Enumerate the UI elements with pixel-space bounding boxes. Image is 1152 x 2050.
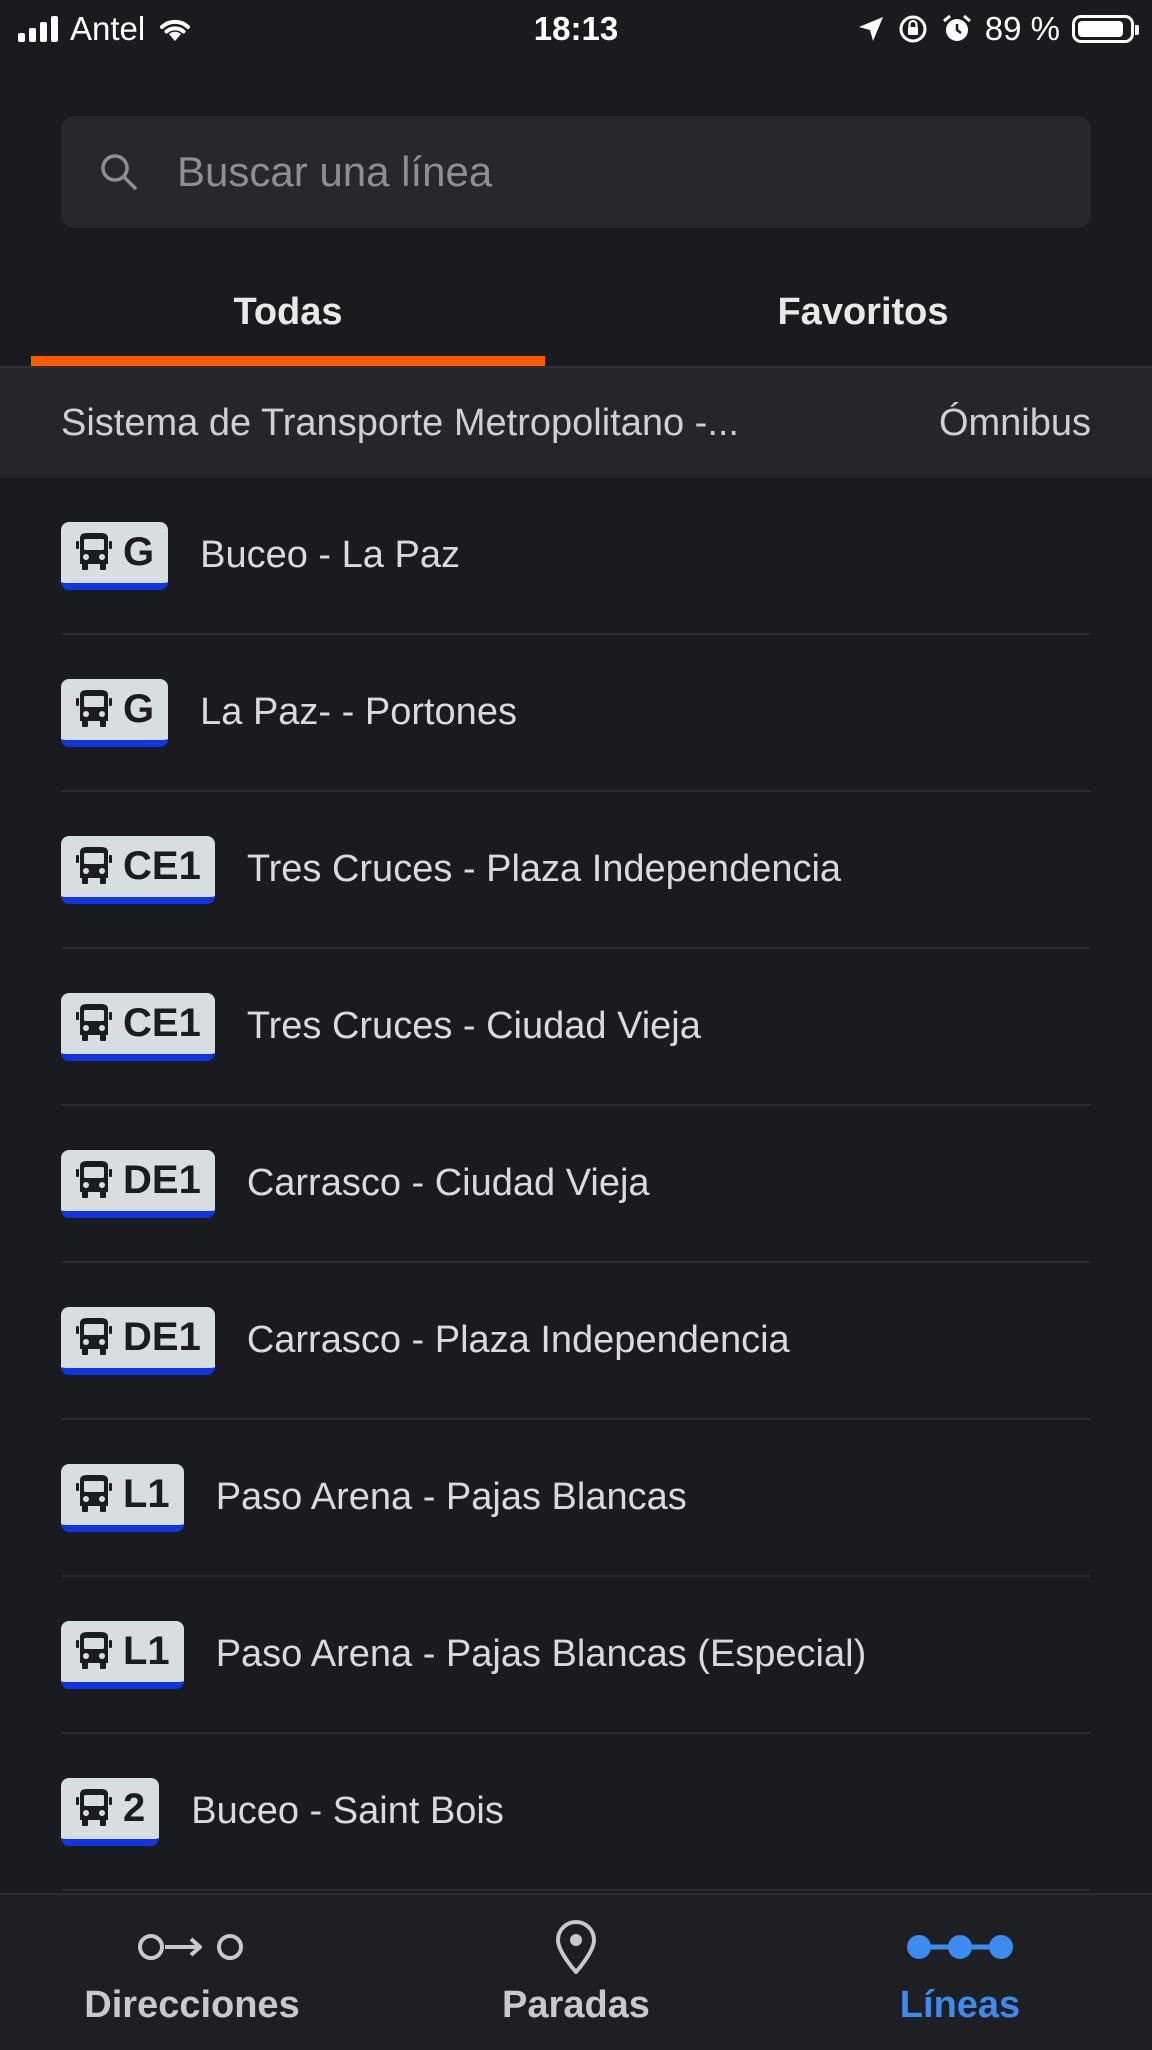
- line-badge: L1: [61, 1620, 184, 1689]
- nav-direcciones[interactable]: Direcciones: [0, 1895, 384, 2050]
- location-arrow-icon: [858, 17, 883, 41]
- line-badge: DE1: [61, 1306, 215, 1375]
- battery-icon: [1072, 15, 1139, 43]
- line-badge: CE1: [61, 992, 215, 1061]
- alarm-icon: [942, 14, 971, 41]
- bus-icon: [75, 532, 113, 572]
- line-code: 2: [123, 1785, 146, 1830]
- bus-icon: [75, 846, 113, 886]
- section-title: Sistema de Transporte Metropolitano -...: [61, 401, 739, 444]
- tab-favoritos[interactable]: Favoritos: [606, 262, 1120, 362]
- bus-icon: [75, 1160, 113, 1200]
- line-route-name: Paso Arena - Pajas Blancas (Especial): [215, 1633, 867, 1675]
- line-route-name: La Paz- - Portones: [200, 691, 517, 733]
- line-row[interactable]: G Buceo - La Paz: [61, 478, 1091, 635]
- line-route-name: Carrasco - Plaza Independencia: [246, 1319, 790, 1361]
- carrier-name: Antel: [70, 10, 146, 47]
- line-row[interactable]: CE1 Tres Cruces - Plaza Independencia: [61, 792, 1091, 949]
- line-code: L1: [123, 1628, 170, 1673]
- section-header: Sistema de Transporte Metropolitano -...…: [0, 368, 1152, 478]
- bus-icon: [75, 1788, 113, 1828]
- line-code: G: [123, 529, 155, 574]
- lines-list: G Buceo - La Paz G La Paz- - Portones CE1 Tre…: [0, 478, 1152, 1891]
- line-row[interactable]: G La Paz- - Portones: [61, 635, 1091, 792]
- search-input[interactable]: [175, 147, 1039, 197]
- bus-icon: [75, 689, 113, 729]
- line-route-name: Paso Arena - Pajas Blancas: [215, 1476, 687, 1518]
- search-bar[interactable]: [61, 116, 1091, 228]
- bus-icon: [75, 1003, 113, 1043]
- section-type: Ómnibus: [938, 401, 1091, 444]
- lines-icon: [905, 1918, 1015, 1976]
- rotation-lock-icon: [899, 15, 927, 43]
- line-row[interactable]: L1 Paso Arena - Pajas Blancas: [61, 1420, 1091, 1577]
- line-badge: DE1: [61, 1149, 215, 1218]
- line-code: CE1: [123, 843, 201, 888]
- active-tab-indicator: [31, 356, 545, 366]
- cellular-signal-icon: [18, 16, 58, 42]
- bus-icon: [75, 1631, 113, 1671]
- line-route-name: Tres Cruces - Ciudad Vieja: [246, 1005, 701, 1047]
- tab-todas[interactable]: Todas: [31, 262, 545, 362]
- line-route-name: Tres Cruces - Plaza Independencia: [246, 848, 842, 890]
- wifi-icon: [160, 19, 191, 41]
- tab-bar: Todas Favoritos: [0, 262, 1152, 368]
- bus-icon: [75, 1317, 113, 1357]
- line-row[interactable]: CE1 Tres Cruces - Ciudad Vieja: [61, 949, 1091, 1106]
- nav-direcciones-label: Direcciones: [84, 1984, 300, 2026]
- search-icon: [99, 152, 151, 192]
- line-code: DE1: [123, 1314, 201, 1359]
- line-badge: G: [61, 521, 169, 590]
- line-badge: G: [61, 678, 169, 747]
- line-route-name: Buceo - La Paz: [200, 534, 460, 576]
- bottom-nav: Direcciones Paradas Líneas: [0, 1893, 1152, 2050]
- directions-icon: [137, 1918, 247, 1976]
- nav-paradas-label: Paradas: [502, 1984, 650, 2026]
- battery-level: [1078, 21, 1123, 37]
- bus-icon: [75, 1474, 113, 1514]
- status-left: Antel: [0, 10, 193, 48]
- line-badge: 2: [61, 1777, 160, 1846]
- line-code: CE1: [123, 1000, 201, 1045]
- line-badge: CE1: [61, 835, 215, 904]
- location-pin-icon: [554, 1918, 598, 1976]
- status-right: 89 %: [857, 10, 1152, 48]
- line-route-name: Carrasco - Ciudad Vieja: [246, 1162, 650, 1204]
- nav-lineas-label: Líneas: [899, 1984, 1021, 2026]
- nav-paradas[interactable]: Paradas: [384, 1895, 768, 2050]
- line-row[interactable]: L1 Paso Arena - Pajas Blancas (Especial): [61, 1577, 1091, 1734]
- line-badge: L1: [61, 1463, 184, 1532]
- nav-lineas[interactable]: Líneas: [768, 1895, 1152, 2050]
- battery-percent: 89 %: [984, 10, 1060, 47]
- line-route-name: Buceo - Saint Bois: [191, 1790, 504, 1832]
- line-code: G: [123, 686, 155, 731]
- line-code: DE1: [123, 1157, 201, 1202]
- line-row[interactable]: DE1 Carrasco - Ciudad Vieja: [61, 1106, 1091, 1263]
- line-row[interactable]: 2 Buceo - Saint Bois: [61, 1734, 1091, 1891]
- status-bar: Antel 18:13 89 %: [0, 0, 1152, 58]
- line-code: L1: [123, 1471, 170, 1516]
- line-row[interactable]: DE1 Carrasco - Plaza Independencia: [61, 1263, 1091, 1420]
